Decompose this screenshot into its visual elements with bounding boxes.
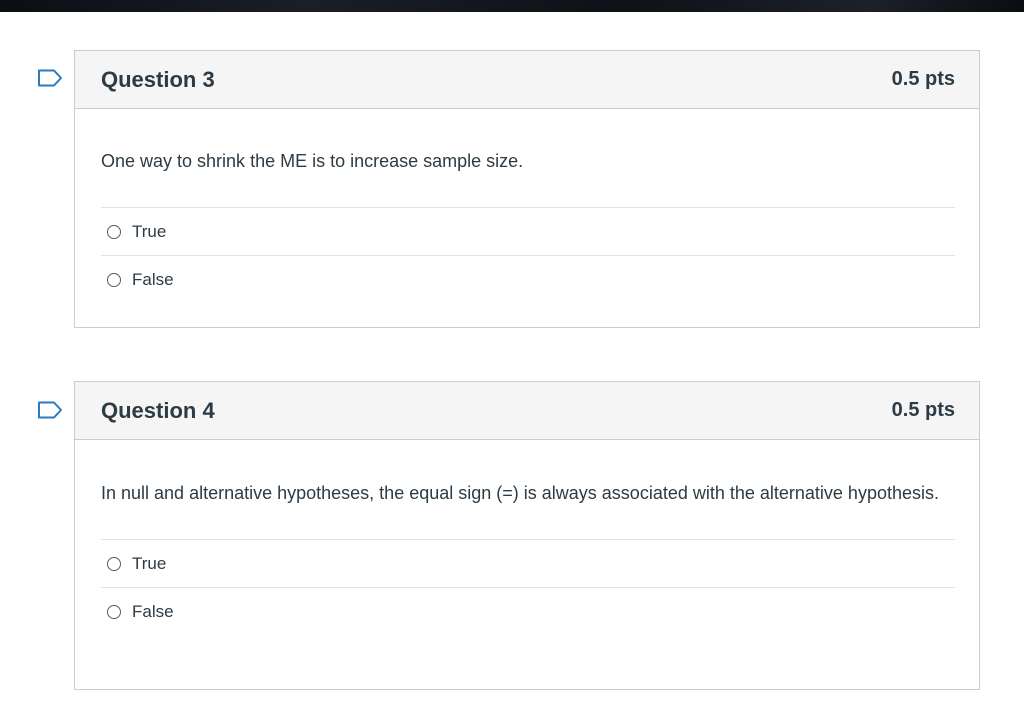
answer-list: True False bbox=[101, 207, 955, 303]
question-body: One way to shrink the ME is to increase … bbox=[75, 147, 979, 303]
question-body: In null and alternative hypotheses, the … bbox=[75, 479, 979, 635]
answer-label: True bbox=[132, 553, 167, 573]
question-card-3: Question 3 0.5 pts One way to shrink the… bbox=[74, 50, 980, 328]
answer-label: False bbox=[132, 269, 174, 289]
answer-option-false[interactable]: False bbox=[101, 256, 955, 303]
question-text: One way to shrink the ME is to increase … bbox=[101, 151, 524, 171]
browser-top-strip bbox=[0, 0, 1024, 12]
radio-empty-icon[interactable] bbox=[107, 224, 121, 239]
question-title: Question 4 bbox=[101, 397, 215, 423]
radio-empty-icon[interactable] bbox=[107, 272, 121, 287]
question-title: Question 3 bbox=[101, 66, 215, 92]
question-points: 0.5 pts bbox=[891, 399, 955, 421]
question-card-4: Question 4 0.5 pts In null and alternati… bbox=[74, 381, 980, 690]
question-header: Question 4 0.5 pts bbox=[75, 382, 979, 440]
question-header: Question 3 0.5 pts bbox=[75, 51, 979, 109]
answer-option-true[interactable]: True bbox=[101, 540, 955, 588]
radio-empty-icon[interactable] bbox=[107, 556, 121, 571]
question-points: 0.5 pts bbox=[891, 68, 955, 90]
radio-empty-icon[interactable] bbox=[107, 604, 121, 619]
flag-question-icon[interactable] bbox=[37, 401, 63, 419]
answer-option-false[interactable]: False bbox=[101, 588, 955, 635]
answer-label: True bbox=[132, 221, 167, 241]
question-text: In null and alternative hypotheses, the … bbox=[101, 483, 939, 503]
answer-list: True False bbox=[101, 539, 955, 635]
answer-label: False bbox=[132, 601, 174, 621]
answer-option-true[interactable]: True bbox=[101, 208, 955, 256]
flag-question-icon[interactable] bbox=[37, 69, 63, 87]
